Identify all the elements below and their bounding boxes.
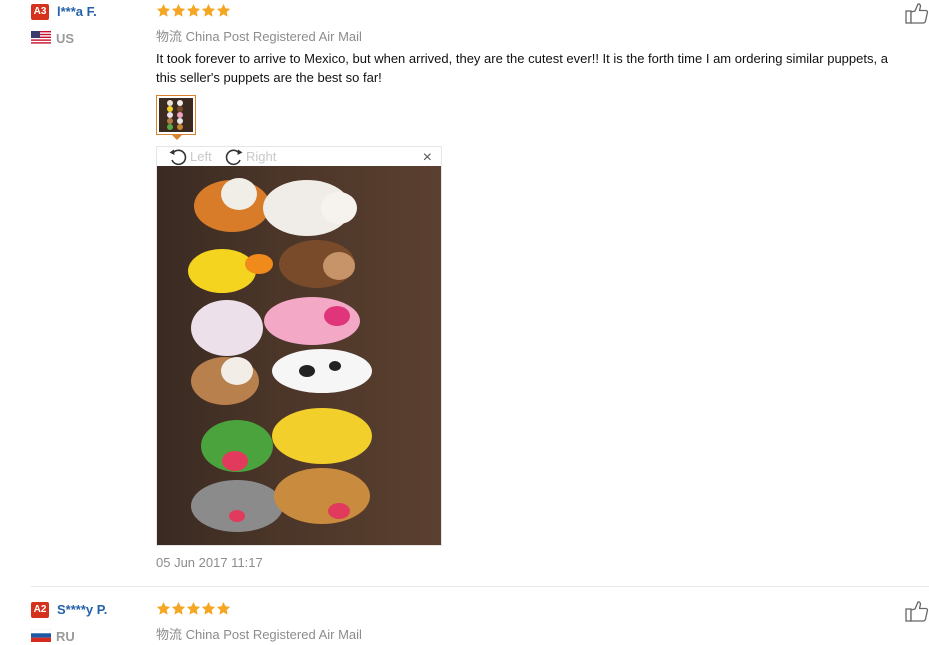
buyer-level-badge: A3 [31,4,49,20]
review-photo [157,166,441,545]
star-icon [216,3,231,17]
review-item: A2 S****y P. RU 物流 China Post Registered… [0,598,929,645]
star-icon [186,601,201,615]
star-icon [156,601,171,615]
thumbnail-pointer [172,135,182,140]
rotate-right-button[interactable]: Right [224,147,284,167]
thumbnail-image [159,98,193,132]
review-divider [31,586,929,587]
rotate-left-button[interactable]: Left [168,147,218,167]
star-icon [171,3,186,17]
review-photo-thumbnail[interactable] [156,95,196,135]
us-flag-icon [31,31,51,44]
review-text-line-1: It took forever to arrive to Mexico, but… [156,51,888,66]
photo-viewer: Left Right × [156,146,442,546]
star-icon [201,601,216,615]
thumbs-up-icon[interactable] [905,2,929,24]
reviewer-name[interactable]: l***a F. [57,4,97,19]
rotate-left-icon [169,149,187,166]
buyer-level-badge: A2 [31,602,49,618]
star-rating [156,601,231,618]
ru-flag-icon [31,629,51,642]
star-icon [156,3,171,17]
star-icon [201,3,216,17]
reviewer-country: RU [56,629,75,644]
shipping-method: 物流 China Post Registered Air Mail [156,29,362,44]
star-rating [156,3,231,20]
review-item: A3 l***a F. US 物流 China Post Registered … [0,0,929,586]
rotate-right-icon [225,149,243,166]
review-text-line-2: this seller's puppets are the best so fa… [156,70,382,85]
star-icon [216,601,231,615]
star-icon [171,601,186,615]
reviewer-country: US [56,31,75,46]
rotate-left-label: Left [190,149,212,164]
photo-viewer-toolbar: Left Right × [157,147,443,167]
star-icon [186,3,201,17]
thumbs-up-icon[interactable] [905,600,929,622]
reviewer-name[interactable]: S****y P. [57,602,107,617]
shipping-method: 物流 China Post Registered Air Mail [156,627,362,642]
rotate-right-label: Right [246,149,277,164]
review-date: 05 Jun 2017 11:17 [156,555,263,570]
